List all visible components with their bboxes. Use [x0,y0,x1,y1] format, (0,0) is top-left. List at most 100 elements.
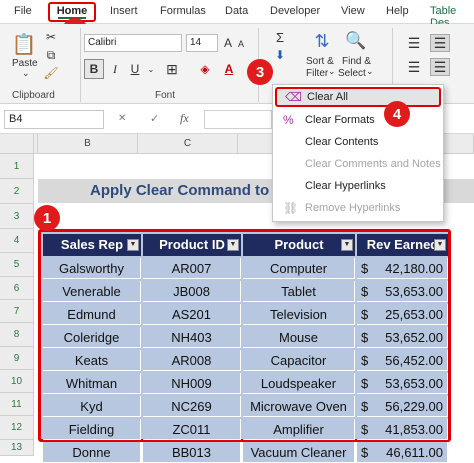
table-cell[interactable]: $53,653.00 [357,281,448,302]
table-cell[interactable]: $53,653.00 [357,373,448,394]
table-cell[interactable]: AR007 [143,258,241,279]
align-left-icon[interactable]: ☰ [404,58,424,76]
table-cell[interactable]: JB008 [143,281,241,302]
table-cell[interactable]: Edmund [43,304,141,325]
table-cell[interactable]: Television [243,304,355,325]
font-name-box[interactable]: Calibri [84,34,182,52]
table-cell[interactable]: NC269 [143,396,241,417]
column-header-b[interactable]: B [38,134,138,154]
row-header[interactable]: 6 [0,277,34,300]
table-cell[interactable]: Mouse [243,327,355,348]
table-cell[interactable]: $53,652.00 [357,327,448,348]
filter-dropdown-icon[interactable]: ▼ [434,239,446,251]
italic-button[interactable]: I [106,59,124,79]
row-header[interactable]: 12 [0,416,34,440]
header-sales-rep[interactable]: Sales Rep ▼ [43,234,141,256]
sales-table[interactable]: Sales Rep ▼ Product ID ▼ Product ▼ Rev E… [38,229,451,463]
table-cell[interactable]: Keats [43,350,141,371]
format-painter-icon[interactable]: 🖌 [43,66,58,80]
tab-view[interactable]: View [341,5,365,17]
table-cell[interactable]: AS201 [143,304,241,325]
table-cell[interactable]: ZC011 [143,419,241,440]
table-cell[interactable]: Vacuum Cleaner [243,442,355,463]
increase-font-icon[interactable]: A [222,34,234,52]
table-cell[interactable]: AR008 [143,350,241,371]
align-top-icon[interactable]: ☰ [404,34,424,52]
borders-icon[interactable]: ⊞ [162,59,182,79]
table-cell[interactable]: Computer [243,258,355,279]
find-select-label2[interactable]: Select [338,68,366,79]
row-header[interactable]: 8 [0,323,34,347]
autosum-icon[interactable]: Σ [272,30,288,45]
row-header[interactable]: 7 [0,300,34,323]
sort-filter-icon[interactable]: ⇅ [310,28,334,54]
tab-data[interactable]: Data [225,5,248,17]
row-header[interactable]: 11 [0,393,34,416]
sort-filter-label2[interactable]: Filter [306,68,328,79]
header-rev-earned[interactable]: Rev Earned ▼ [357,234,448,256]
row-header[interactable]: 13 [0,440,34,456]
tab-developer[interactable]: Developer [270,5,320,17]
copy-icon[interactable]: ⧉ [44,48,58,62]
menu-item-clear-formats[interactable]: % Clear Formats [275,109,441,131]
table-cell[interactable]: $56,229.00 [357,396,448,417]
row-header[interactable]: 5 [0,253,34,277]
table-cell[interactable]: NH403 [143,327,241,348]
menu-item-clear-contents[interactable]: Clear Contents [275,131,441,153]
tab-help[interactable]: Help [386,5,409,17]
formula-input[interactable] [204,110,272,129]
bold-button[interactable]: B [84,59,104,79]
fx-icon[interactable]: fx [180,111,189,126]
row-header[interactable]: 1 [0,154,34,179]
table-cell[interactable]: $56,452.00 [357,350,448,371]
table-cell[interactable]: Galsworthy [43,258,141,279]
table-cell[interactable]: Whitman [43,373,141,394]
font-size-box[interactable]: 14 [186,34,218,52]
table-cell[interactable]: Microwave Oven [243,396,355,417]
table-cell[interactable]: $25,653.00 [357,304,448,325]
table-cell[interactable]: $41,853.00 [357,419,448,440]
table-cell[interactable]: Coleridge [43,327,141,348]
decrease-font-icon[interactable]: A [236,36,246,52]
filter-dropdown-icon[interactable]: ▼ [341,239,353,251]
table-cell[interactable]: Capacitor [243,350,355,371]
filter-dropdown-icon[interactable]: ▼ [127,239,139,251]
table-cell[interactable]: Amplifier [243,419,355,440]
table-cell[interactable]: NH009 [143,373,241,394]
tab-formulas[interactable]: Formulas [160,5,206,17]
row-header[interactable]: 10 [0,370,34,393]
table-cell[interactable]: Tablet [243,281,355,302]
tab-insert[interactable]: Insert [110,5,138,17]
row-header[interactable]: 3 [0,204,34,229]
row-header[interactable]: 9 [0,347,34,370]
table-cell[interactable]: Fielding [43,419,141,440]
paste-icon[interactable]: 📋 [10,30,38,58]
sort-dropdown-icon[interactable]: ⌄ [328,66,336,77]
fill-icon[interactable]: ⬇ [272,48,288,62]
table-cell[interactable]: $46,611.00 [357,442,448,463]
header-product-id[interactable]: Product ID ▼ [143,234,241,256]
find-icon[interactable]: 🔍 [344,28,368,54]
column-header-c[interactable]: C [138,134,238,154]
select-all-corner[interactable] [0,134,34,154]
tab-file[interactable]: File [14,5,32,17]
table-cell[interactable]: Donne [43,442,141,463]
cancel-icon[interactable]: ✕ [118,113,126,124]
table-cell[interactable]: Loudspeaker [243,373,355,394]
find-dropdown-icon[interactable]: ⌄ [366,66,374,77]
row-header[interactable]: 2 [0,179,34,204]
row-header[interactable]: 4 [0,229,34,253]
menu-item-clear-hyperlinks[interactable]: Clear Hyperlinks [275,175,441,197]
menu-item-clear-all[interactable]: ⌫ Clear All [275,87,441,107]
underline-button[interactable]: U [126,59,144,79]
header-product[interactable]: Product ▼ [243,234,355,256]
table-cell[interactable]: Venerable [43,281,141,302]
font-color-icon[interactable]: A [220,59,238,79]
scissors-icon[interactable]: ✂ [44,30,58,44]
align-center-icon[interactable]: ☰ [430,58,450,76]
table-cell[interactable]: $42,180.00 [357,258,448,279]
table-cell[interactable]: BB013 [143,442,241,463]
align-middle-icon[interactable]: ☰ [430,34,450,52]
name-box[interactable]: B4 [4,110,104,129]
table-cell[interactable]: Kyd [43,396,141,417]
